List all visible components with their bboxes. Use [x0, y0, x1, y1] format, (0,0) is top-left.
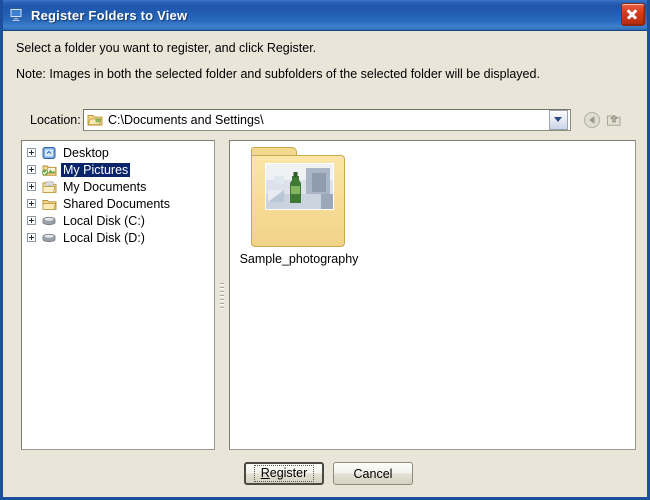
desktop-icon [41, 146, 57, 160]
splitter-grip [220, 283, 224, 309]
expand-icon[interactable] [27, 148, 36, 157]
tree-item-local-disk-c[interactable]: Local Disk (C:) [22, 212, 214, 229]
tree-item-my-pictures[interactable]: My Pictures [22, 161, 214, 178]
hard-disk-icon [41, 231, 57, 245]
register-button[interactable]: Register [244, 462, 324, 485]
back-arrow-icon[interactable] [582, 110, 602, 130]
monitor-folder-icon [9, 7, 25, 23]
file-list-panel[interactable]: Sample_photography [229, 140, 636, 450]
tree-item-shared-documents[interactable]: Shared Documents [22, 195, 214, 212]
folder-open-icon [87, 113, 103, 127]
tree-item-local-disk-d[interactable]: Local Disk (D:) [22, 229, 214, 246]
folder-thumbnail-icon [251, 147, 347, 249]
location-value: C:\Documents and Settings\ [108, 113, 264, 127]
cancel-button[interactable]: Cancel [333, 462, 413, 485]
tree-item-desktop[interactable]: Desktop [22, 144, 214, 161]
location-label: Location: [30, 113, 81, 127]
cancel-label: Cancel [353, 466, 393, 481]
folder-tree-panel[interactable]: Desktop My Pictures My Documents Shared … [21, 140, 215, 450]
list-item[interactable]: Sample_photography [238, 147, 360, 266]
tree-item-label: My Pictures [61, 162, 131, 177]
register-label: egister [269, 466, 308, 480]
expand-icon[interactable] [27, 199, 36, 208]
chevron-down-icon[interactable] [549, 110, 568, 130]
panel-splitter[interactable] [217, 140, 227, 450]
expand-icon[interactable] [27, 165, 36, 174]
pictures-folder-icon [41, 163, 57, 177]
register-folders-dialog: Register Folders to View Select a folder… [0, 0, 650, 500]
register-accel: R [260, 466, 270, 480]
tree-item-label: My Documents [63, 179, 147, 194]
close-icon[interactable] [621, 3, 645, 26]
tree-item-label: Local Disk (C:) [63, 213, 145, 228]
expand-icon[interactable] [27, 216, 36, 225]
expand-icon[interactable] [27, 233, 36, 242]
hard-disk-icon [41, 214, 57, 228]
tree-item-label: Local Disk (D:) [63, 230, 145, 245]
window-title: Register Folders to View [31, 7, 188, 23]
tree-item-label: Desktop [63, 145, 109, 160]
tree-item-my-documents[interactable]: My Documents [22, 178, 214, 195]
expand-icon[interactable] [27, 182, 36, 191]
list-item-label: Sample_photography [239, 252, 359, 266]
title-bar: Register Folders to View [3, 0, 647, 31]
documents-folder-icon [41, 180, 57, 194]
location-combobox[interactable]: C:\Documents and Settings\ [83, 109, 571, 131]
up-folder-icon[interactable] [604, 110, 624, 130]
shared-folder-icon [41, 197, 57, 211]
instruction-line-2: Note: Images in both the selected folder… [16, 67, 540, 81]
instruction-line-1: Select a folder you want to register, an… [16, 41, 317, 55]
tree-item-label: Shared Documents [63, 196, 171, 211]
